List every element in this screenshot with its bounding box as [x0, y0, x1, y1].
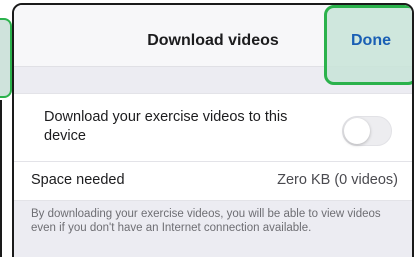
- highlight-box-partial: [0, 18, 12, 98]
- download-videos-label: Download your exercise videos to this de…: [44, 109, 288, 144]
- frame-edge: [0, 100, 2, 257]
- download-videos-sheet: Download videos Done Download your exerc…: [12, 3, 414, 257]
- download-info-footnote: By downloading your exercise videos, you…: [31, 208, 381, 234]
- download-videos-row: Download your exercise videos to this de…: [14, 94, 412, 162]
- space-needed-row: Space needed Zero KB (0 videos): [14, 162, 412, 200]
- screenshot-stage: Download videos Done Download your exerc…: [0, 0, 418, 257]
- download-videos-toggle[interactable]: [342, 116, 392, 146]
- done-button[interactable]: Done: [326, 32, 412, 50]
- space-needed-value: Zero KB (0 videos): [277, 172, 398, 188]
- space-needed-label: Space needed: [31, 172, 125, 188]
- settings-group: Download your exercise videos to this de…: [14, 93, 412, 201]
- toggle-knob: [344, 118, 370, 144]
